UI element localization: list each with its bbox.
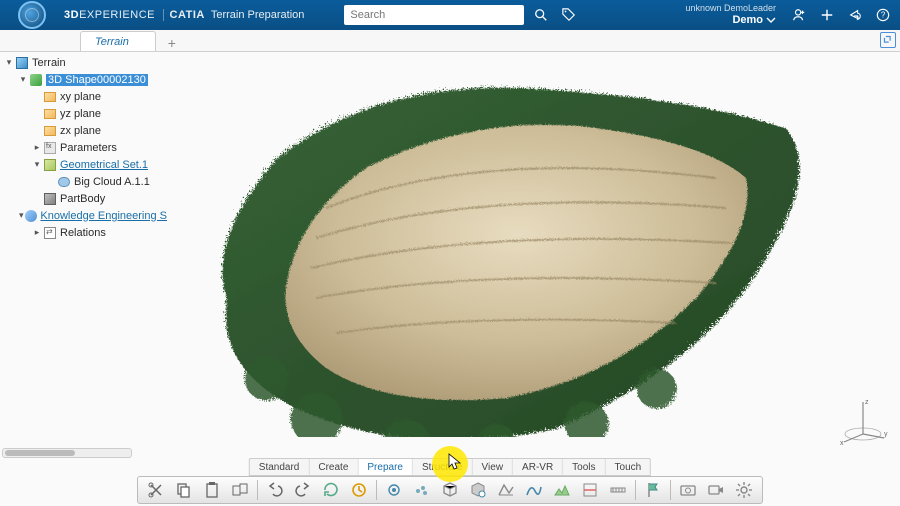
axis-x-label: x <box>840 440 844 446</box>
search-icon[interactable] <box>530 4 552 26</box>
tab-standard[interactable]: Standard <box>250 459 310 475</box>
compass-icon <box>18 1 46 29</box>
refresh-icon[interactable] <box>318 478 344 502</box>
axis-z-label: z <box>865 399 869 406</box>
app-header: 3DEXPERIENCE CATIA Terrain Preparation u… <box>0 0 900 30</box>
compass-launcher[interactable] <box>0 0 64 30</box>
help-icon[interactable]: ? <box>872 4 894 26</box>
tab-label: Terrain <box>95 36 129 48</box>
user-name: unknown DemoLeader <box>685 4 776 14</box>
clone-icon[interactable] <box>227 478 253 502</box>
tab-ar-vr[interactable]: AR-VR <box>513 459 563 475</box>
undo-icon[interactable] <box>262 478 288 502</box>
app-product: CATIA <box>163 9 205 21</box>
main-area: ▾ Terrain ▾ 3D Shape00002130 xy plane yz… <box>0 52 900 506</box>
user-block[interactable]: unknown DemoLeader Demo <box>685 4 776 26</box>
display-icon[interactable] <box>381 478 407 502</box>
add-user-icon[interactable] <box>788 4 810 26</box>
measure-icon[interactable] <box>605 478 631 502</box>
axis-y-label: y <box>884 431 888 438</box>
app-title: 3DEXPERIENCE CATIA <box>64 9 205 21</box>
plus-icon[interactable] <box>816 4 838 26</box>
tab-terrain[interactable]: Terrain <box>80 31 156 51</box>
tab-create[interactable]: Create <box>309 459 358 475</box>
orientation-triad[interactable]: z x y <box>838 396 888 446</box>
section-icon[interactable] <box>577 478 603 502</box>
paste-icon[interactable] <box>199 478 225 502</box>
scrollbar-thumb[interactable] <box>5 450 75 456</box>
tab-add-button[interactable]: + <box>164 35 180 51</box>
expand-icon[interactable] <box>880 32 896 48</box>
search-box[interactable] <box>344 5 524 25</box>
share-icon[interactable] <box>844 4 866 26</box>
tag-icon[interactable] <box>558 4 580 26</box>
search-input[interactable] <box>350 9 518 21</box>
record-icon[interactable] <box>703 478 729 502</box>
terrain-icon[interactable] <box>549 478 575 502</box>
redo-icon[interactable] <box>290 478 316 502</box>
cut-icon[interactable] <box>143 478 169 502</box>
tab-view[interactable]: View <box>473 459 514 475</box>
chevron-down-icon <box>766 15 776 25</box>
viewport-3d[interactable]: z x y <box>0 52 900 506</box>
flag-icon[interactable] <box>640 478 666 502</box>
copy-icon[interactable] <box>171 478 197 502</box>
brand-bold: 3D <box>64 9 79 21</box>
capture-icon[interactable] <box>675 478 701 502</box>
tab-structure[interactable]: Structure <box>413 459 473 475</box>
action-toolbar <box>137 476 763 504</box>
tree-scrollbar[interactable] <box>2 448 132 458</box>
analyze-icon[interactable] <box>465 478 491 502</box>
settings-icon[interactable] <box>731 478 757 502</box>
tab-touch[interactable]: Touch <box>606 459 651 475</box>
brand-rest: EXPERIENCE <box>79 9 155 21</box>
mesh-icon[interactable] <box>493 478 519 502</box>
tab-prepare[interactable]: Prepare <box>358 459 413 475</box>
app-context: Terrain Preparation <box>211 9 305 21</box>
cloud-group-icon[interactable] <box>409 478 435 502</box>
curve-icon[interactable] <box>521 478 547 502</box>
document-tabstrip: Terrain + <box>0 30 900 52</box>
primitive-icon[interactable] <box>437 478 463 502</box>
terrain-pointcloud <box>175 57 835 437</box>
update-icon[interactable] <box>346 478 372 502</box>
user-role: Demo <box>732 14 763 26</box>
svg-text:?: ? <box>881 11 886 20</box>
action-bar-tabs: Standard Create Prepare Structure View A… <box>249 458 651 476</box>
tab-tools[interactable]: Tools <box>563 459 605 475</box>
